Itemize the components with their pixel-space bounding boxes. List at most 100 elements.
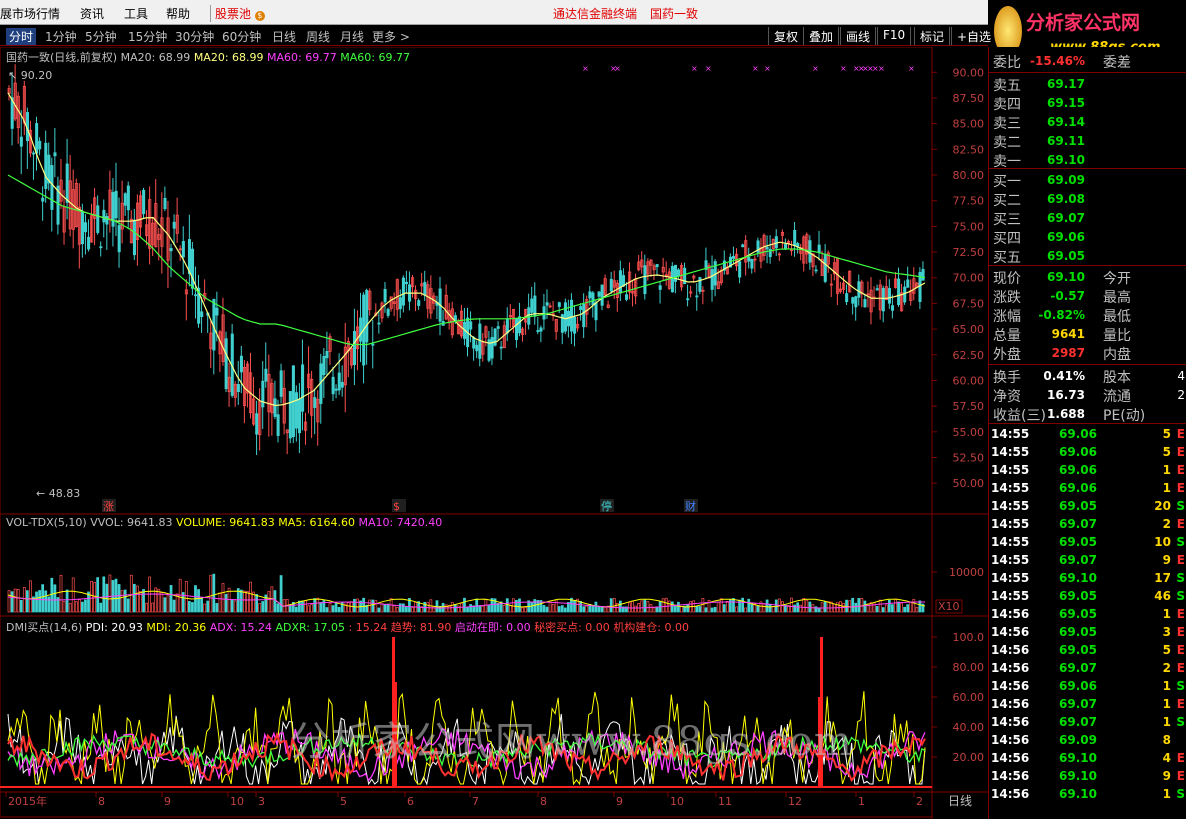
tick-row[interactable]: 14:55 69.06 1 E bbox=[991, 463, 1185, 481]
candle-body bbox=[887, 288, 891, 304]
candle-body bbox=[695, 295, 699, 298]
menu-market[interactable]: 展市场行情 bbox=[0, 5, 60, 22]
volume-bar bbox=[191, 602, 194, 613]
tick-flag: S bbox=[1176, 499, 1185, 513]
tab-1min[interactable]: 1分钟 bbox=[45, 28, 77, 45]
volume-bar bbox=[912, 598, 916, 613]
signal-x-marker: × bbox=[840, 64, 847, 73]
tick-row[interactable]: 14:55 69.10 17 S bbox=[991, 571, 1185, 589]
tick-row[interactable]: 14:56 69.10 9 E bbox=[991, 769, 1185, 787]
mark-button[interactable]: 标记 bbox=[914, 27, 951, 45]
tick-volume: 3 bbox=[1162, 625, 1171, 639]
stat-row: 总量 9641 量比 bbox=[991, 325, 1185, 344]
volume-bar bbox=[325, 607, 329, 613]
buy-row[interactable]: 买一 69.09 bbox=[991, 171, 1185, 190]
candle-body bbox=[658, 285, 662, 290]
volume-bar bbox=[383, 604, 387, 613]
overlay-button[interactable]: 叠加 bbox=[803, 27, 840, 45]
buy-row[interactable]: 买五 69.05 bbox=[991, 247, 1185, 266]
volume-bar bbox=[187, 601, 191, 613]
tick-row[interactable]: 14:56 69.06 1 S bbox=[991, 679, 1185, 697]
sell-row[interactable]: 卖四 69.15 bbox=[991, 94, 1185, 113]
volume-bar bbox=[695, 606, 699, 613]
f10-button[interactable]: F10 bbox=[877, 27, 912, 45]
add-favorite-button[interactable]: +自选 bbox=[951, 27, 991, 45]
tick-row[interactable]: 14:55 69.07 2 E bbox=[991, 517, 1185, 535]
sell-row[interactable]: 卖五 69.17 bbox=[991, 75, 1185, 94]
chart-area[interactable]: 90.00 87.50 85.00 82.50 80.00 77.50 75.00 72.50… bbox=[0, 47, 988, 819]
tab-monthly[interactable]: 月线 bbox=[340, 28, 364, 45]
tick-row[interactable]: 14:55 69.05 10 S bbox=[991, 535, 1185, 553]
tick-row[interactable]: 14:56 69.10 4 E bbox=[991, 751, 1185, 769]
tick-row[interactable]: 14:56 69.09 8 bbox=[991, 733, 1185, 751]
sell-row[interactable]: 卖三 69.14 bbox=[991, 113, 1185, 132]
candle-body bbox=[597, 291, 601, 297]
tick-row[interactable]: 14:56 69.07 1 S bbox=[991, 715, 1185, 733]
volume-bar bbox=[554, 599, 558, 613]
menu-news[interactable]: 资讯 bbox=[80, 5, 104, 22]
volume-bar bbox=[90, 580, 93, 613]
stat-label-2: 今开 bbox=[1103, 271, 1131, 287]
tick-row[interactable]: 14:55 69.06 5 E bbox=[991, 427, 1185, 445]
candle-body bbox=[273, 398, 277, 417]
tab-weekly[interactable]: 周线 bbox=[306, 28, 330, 45]
y-tick-label: 72.50 bbox=[953, 246, 985, 259]
sell-price: 69.15 bbox=[1047, 96, 1085, 110]
buy-row[interactable]: 买三 69.07 bbox=[991, 209, 1185, 228]
tick-row[interactable]: 14:56 69.05 5 E bbox=[991, 643, 1185, 661]
candle-body bbox=[288, 391, 292, 439]
candle-body bbox=[126, 185, 130, 211]
tick-flag: E bbox=[1176, 769, 1185, 783]
tick-row[interactable]: 14:55 69.07 9 E bbox=[991, 553, 1185, 571]
ma-lines bbox=[7, 92, 926, 407]
volume-bar bbox=[502, 605, 506, 613]
candle-body bbox=[600, 284, 604, 306]
tick-row[interactable]: 14:56 69.05 3 E bbox=[991, 625, 1185, 643]
candle-body bbox=[536, 330, 540, 332]
tab-30min[interactable]: 30分钟 bbox=[175, 28, 214, 45]
tick-row[interactable]: 14:56 69.07 1 E bbox=[991, 697, 1185, 715]
menu-stock-pool[interactable]: 股票池 $ bbox=[210, 5, 265, 22]
volume-bar bbox=[77, 599, 81, 613]
tick-row[interactable]: 14:55 69.05 20 S bbox=[991, 499, 1185, 517]
vvol-label: VVOL: 9641.83 bbox=[90, 516, 173, 529]
tick-row[interactable]: 14:55 69.05 46 S bbox=[991, 589, 1185, 607]
menu-help[interactable]: 帮助 bbox=[166, 5, 190, 22]
tick-row[interactable]: 14:55 69.06 1 E bbox=[991, 481, 1185, 499]
ma60-label-2: MA60: 69.77 bbox=[340, 51, 410, 64]
volume-bar bbox=[151, 602, 155, 613]
volume-bar bbox=[762, 603, 766, 613]
tick-row[interactable]: 14:56 69.10 1 S bbox=[991, 787, 1185, 805]
volume-bar bbox=[206, 600, 210, 613]
adjust-button[interactable]: 复权 bbox=[768, 27, 805, 45]
tick-row[interactable]: 14:56 69.05 1 E bbox=[991, 607, 1185, 625]
tab-daily[interactable]: 日线 bbox=[272, 28, 296, 45]
tab-intraday[interactable]: 分时 bbox=[6, 28, 37, 45]
tick-row[interactable]: 14:56 69.07 2 E bbox=[991, 661, 1185, 679]
buy-row[interactable]: 买二 69.08 bbox=[991, 190, 1185, 209]
tab-15min[interactable]: 15分钟 bbox=[128, 28, 167, 45]
sell-row[interactable]: 卖二 69.11 bbox=[991, 132, 1185, 151]
volume-bar bbox=[710, 607, 714, 613]
tick-row[interactable]: 14:55 69.06 5 E bbox=[991, 445, 1185, 463]
tab-more[interactable]: 更多 > bbox=[372, 28, 410, 45]
volume-bar bbox=[267, 591, 271, 613]
buy-price: 69.05 bbox=[1047, 249, 1085, 263]
volume-bar bbox=[716, 601, 720, 613]
tab-60min[interactable]: 60分钟 bbox=[222, 28, 261, 45]
tick-price: 69.05 bbox=[1059, 625, 1097, 639]
chart-svg[interactable]: 90.00 87.50 85.00 82.50 80.00 77.50 75.00 72.50… bbox=[0, 47, 988, 819]
volume-bar bbox=[218, 592, 222, 613]
menu-tools[interactable]: 工具 bbox=[124, 5, 148, 22]
y-tick-label: 70.00 bbox=[953, 272, 985, 285]
tick-flag: E bbox=[1176, 553, 1185, 567]
buy-row[interactable]: 买四 69.06 bbox=[991, 228, 1185, 247]
candle-body bbox=[105, 216, 109, 225]
stat-label: 外盘 bbox=[993, 347, 1021, 363]
tick-volume: 20 bbox=[1154, 499, 1171, 513]
volume-bar bbox=[612, 597, 616, 613]
draw-button[interactable]: 画线 bbox=[840, 27, 877, 45]
tab-5min[interactable]: 5分钟 bbox=[85, 28, 117, 45]
candle-body bbox=[921, 269, 925, 281]
y-tick-label: 67.50 bbox=[953, 297, 985, 310]
